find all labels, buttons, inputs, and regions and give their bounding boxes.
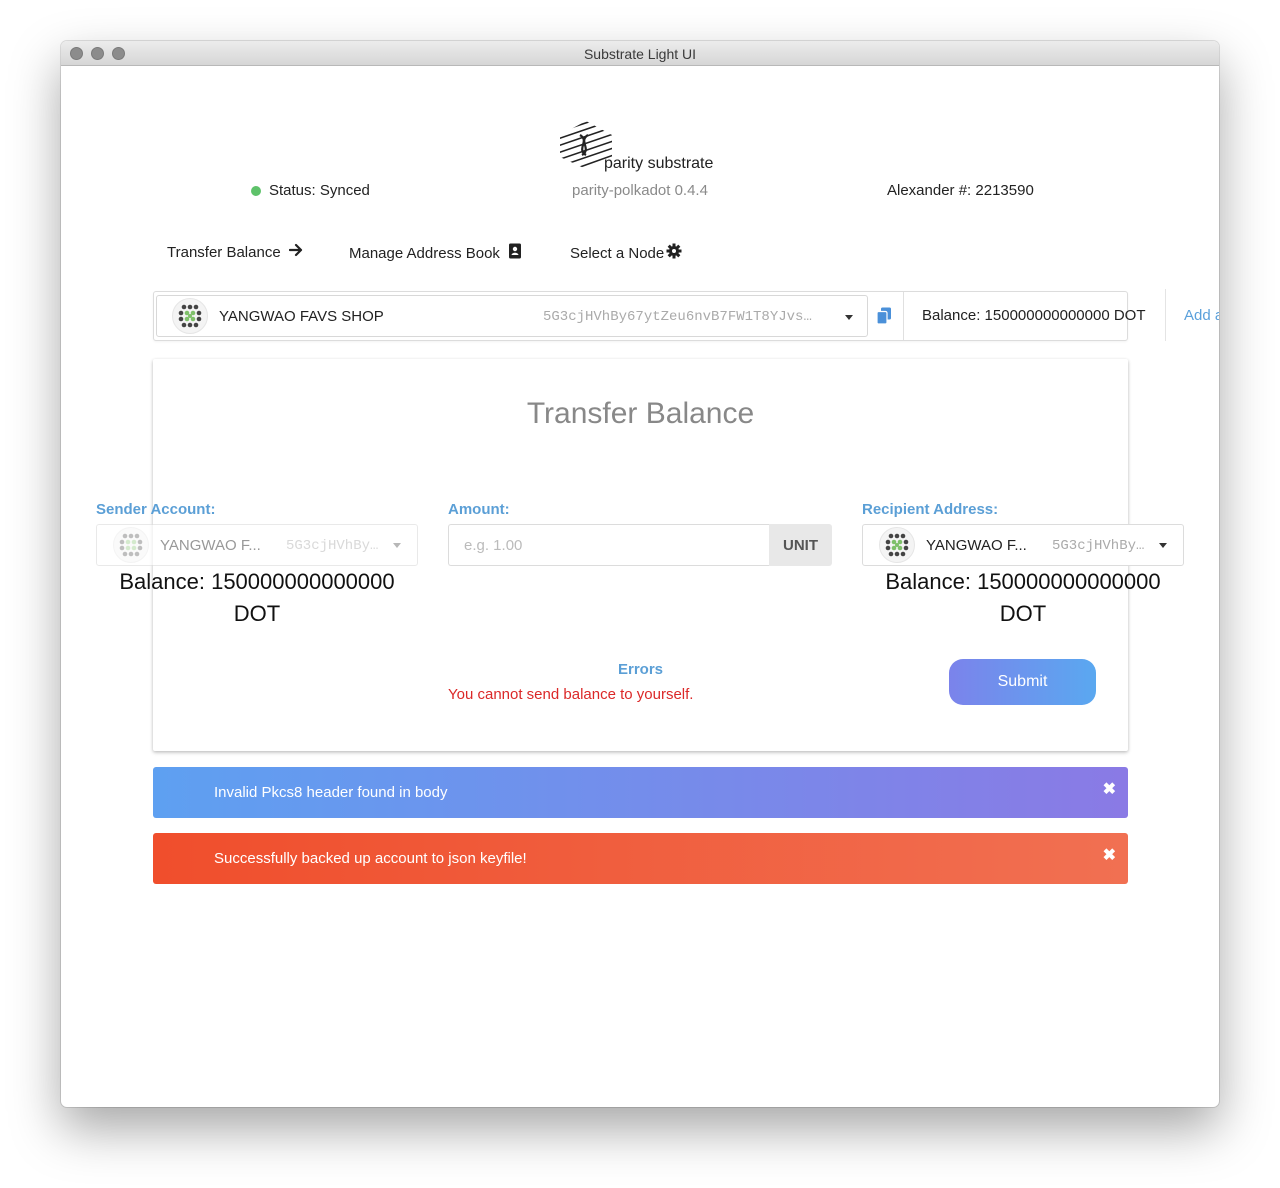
sender-identicon bbox=[113, 527, 149, 563]
sender-address: 5G3cjHVhBy… bbox=[286, 538, 379, 554]
notification-info: Invalid Pkcs8 header found in body ✖ bbox=[153, 767, 1128, 818]
sender-balance-unit: DOT bbox=[233, 601, 281, 626]
account-name: YANGWAO FAVS SHOP bbox=[219, 308, 384, 325]
parity-substrate-logo: parity substrate bbox=[556, 119, 736, 179]
amount-field-group: UNIT bbox=[448, 524, 832, 566]
sender-balance: Balance: 150000000000000 DOT bbox=[96, 566, 418, 630]
nav-address-book-label: Manage Address Book bbox=[349, 244, 500, 262]
gear-icon bbox=[666, 243, 682, 263]
title-bar: Substrate Light UI bbox=[61, 41, 1219, 66]
sender-balance-amount: Balance: 150000000000000 bbox=[119, 569, 395, 594]
error-message: You cannot send balance to yourself. bbox=[448, 686, 694, 703]
arrow-right-icon bbox=[288, 243, 304, 261]
sender-account-select[interactable]: YANGWAO F... 5G3cjHVhBy… bbox=[96, 524, 418, 566]
logo-text-bold: parity bbox=[604, 155, 644, 172]
close-icon[interactable]: ✖ bbox=[1103, 779, 1116, 799]
transfer-title: Transfer Balance bbox=[526, 397, 755, 430]
sync-status: Status: Synced bbox=[251, 182, 370, 199]
account-address: 5G3cjHVhBy67ytZeu6nvB7FW1T8YJvs… bbox=[543, 309, 812, 325]
logo-text: parity substrate bbox=[604, 155, 713, 173]
add-account-link[interactable]: Add a bbox=[1184, 307, 1219, 324]
account-selector[interactable]: YANGWAO FAVS SHOP 5G3cjHVhBy67ytZeu6nvB7… bbox=[156, 295, 868, 337]
unit-label[interactable]: UNIT bbox=[769, 524, 832, 566]
app-window: Substrate Light UI parity substrate Stat… bbox=[61, 41, 1219, 1107]
status-dot-icon bbox=[251, 185, 261, 196]
recipient-identicon bbox=[879, 527, 915, 563]
nav-select-node[interactable]: Select a Node bbox=[570, 243, 682, 263]
nav-transfer-balance[interactable]: Transfer Balance bbox=[167, 243, 304, 261]
nav-manage-address-book[interactable]: Manage Address Book bbox=[349, 243, 522, 263]
amount-input[interactable] bbox=[448, 524, 769, 566]
status-text: Status: Synced bbox=[269, 182, 370, 199]
recipient-balance-unit: DOT bbox=[999, 601, 1047, 626]
nav-select-node-label: Select a Node bbox=[570, 244, 665, 262]
account-balance: Balance: 150000000000000 DOT bbox=[922, 307, 1146, 324]
recipient-address-select[interactable]: YANGWAO F... 5G3cjHVhBy… bbox=[862, 524, 1184, 566]
close-icon[interactable]: ✖ bbox=[1103, 845, 1116, 865]
notification-text: Successfully backed up account to json k… bbox=[214, 850, 527, 867]
submit-button[interactable]: Submit bbox=[949, 659, 1096, 705]
copy-icon[interactable] bbox=[876, 307, 892, 325]
identicon bbox=[172, 298, 208, 334]
block-number: Alexander #: 2213590 bbox=[887, 182, 1034, 199]
account-bar: YANGWAO FAVS SHOP 5G3cjHVhBy67ytZeu6nvB7… bbox=[153, 291, 1146, 341]
address-book-icon bbox=[508, 243, 522, 263]
sender-name: YANGWAO F... bbox=[160, 537, 261, 554]
window-title: Substrate Light UI bbox=[583, 46, 697, 62]
sender-label: Sender Account: bbox=[96, 501, 216, 518]
node-version: parity-polkadot 0.4.4 bbox=[572, 182, 708, 199]
nav-transfer-label: Transfer Balance bbox=[167, 243, 281, 261]
caret-down-icon bbox=[845, 315, 853, 320]
notification-text: Invalid Pkcs8 header found in body bbox=[214, 784, 448, 801]
recipient-label: Recipient Address: bbox=[862, 501, 999, 518]
balance-divider bbox=[903, 292, 904, 340]
bar-divider bbox=[1165, 289, 1166, 341]
caret-down-icon bbox=[1159, 543, 1167, 548]
logo-text-light: substrate bbox=[647, 155, 714, 172]
amount-label: Amount: bbox=[448, 501, 510, 518]
caret-down-icon bbox=[393, 543, 401, 548]
recipient-name: YANGWAO F... bbox=[926, 537, 1027, 554]
recipient-balance: Balance: 150000000000000 DOT bbox=[862, 566, 1184, 630]
notification-error: Successfully backed up account to json k… bbox=[153, 833, 1128, 884]
recipient-balance-amount: Balance: 150000000000000 bbox=[885, 569, 1161, 594]
recipient-address: 5G3cjHVhBy… bbox=[1052, 538, 1145, 554]
